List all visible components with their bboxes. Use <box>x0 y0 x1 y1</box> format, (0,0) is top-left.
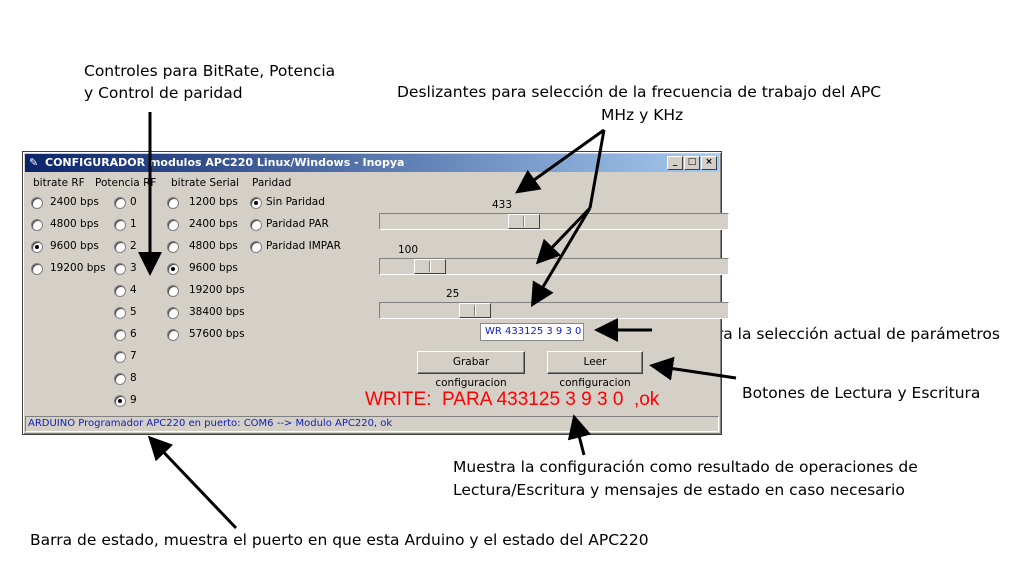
arrow-statusbar <box>147 435 238 530</box>
arrow-khz <box>530 207 592 308</box>
arrow-mhz <box>515 128 605 194</box>
arrow-buttons <box>649 356 737 381</box>
arrow-message <box>567 414 592 456</box>
arrow-khz-join <box>588 129 606 209</box>
annotation-arrows <box>138 112 737 530</box>
